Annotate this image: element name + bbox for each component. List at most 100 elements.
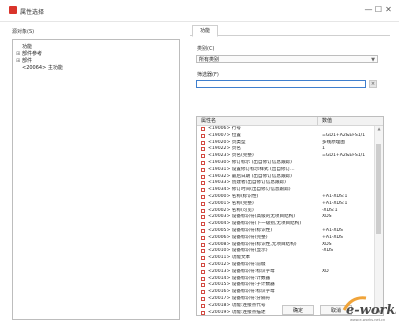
property-row[interactable]: <19030> 修订标示 (出自修订信息跟踪)	[197, 160, 373, 167]
tree-item-part[interactable]: ⊞ 部件	[16, 58, 32, 65]
minimize-button[interactable]: —	[364, 3, 373, 17]
property-checkbox-icon[interactable]	[201, 262, 205, 267]
property-value: XDS	[322, 214, 332, 220]
property-grid[interactable]: 属性名 数值 <19006> 行号 <19007> 位置 =GD1+A2&EFS1/…	[196, 116, 384, 316]
property-row[interactable]: <20010> 设备标识符(显示) -XDS	[197, 248, 373, 255]
property-checkbox-icon[interactable]	[201, 127, 205, 131]
property-value: +A1-XDS:1	[322, 193, 348, 199]
property-checkbox-icon[interactable]	[201, 133, 205, 138]
column-separator[interactable]	[317, 117, 318, 125]
property-row[interactable]: <20014> 设备标识符:计数器	[197, 276, 373, 283]
scroll-thumb[interactable]	[376, 144, 381, 234]
property-name: <20016> 设备标识符:标识字母	[208, 289, 275, 295]
property-row[interactable]: <19032> 最后日期 (出自修订信息跟踪)	[197, 174, 373, 181]
property-row[interactable]: <20004> 设备标识符(下一级别,无项目结构)	[197, 221, 373, 228]
property-checkbox-icon[interactable]	[201, 296, 205, 301]
property-checkbox-icon[interactable]	[201, 154, 205, 159]
property-checkbox-icon[interactable]	[201, 140, 205, 145]
property-name: <20003> 设备标识符(高级的无项目结构)	[208, 214, 296, 220]
property-name: <19032> 最后日期 (出自修订信息跟踪)	[208, 173, 292, 179]
tab-function[interactable]: 功能	[192, 25, 218, 37]
property-checkbox-icon[interactable]	[201, 310, 205, 315]
property-name: <19006> 行号	[208, 126, 241, 131]
filter-input[interactable]	[196, 80, 366, 88]
property-row[interactable]: <19020> 页类型 多线原理图	[197, 140, 373, 147]
property-name: <19030> 修订标示 (出自修订信息跟踪)	[208, 159, 292, 165]
property-row[interactable]: <20005> 设备标识符(标识性) +A1-XDS	[197, 228, 373, 235]
filter-label: 筛选器(F)	[197, 72, 219, 78]
property-checkbox-icon[interactable]	[201, 181, 205, 186]
chevron-down-icon[interactable]: ▼	[371, 56, 375, 64]
property-name: <20015> 设备标识符:子计数器	[208, 282, 275, 288]
source-object-tree[interactable]: 功能 ⊞ 部件参考 ⊞ 部件 <20064> 主功能	[12, 39, 180, 320]
property-checkbox-icon[interactable]	[201, 228, 205, 233]
property-value: +A1-XDS	[322, 234, 343, 240]
property-checkbox-icon[interactable]	[201, 283, 205, 288]
tree-item-function[interactable]: 功能	[16, 44, 32, 51]
close-button[interactable]: ✕	[384, 3, 393, 17]
ok-button[interactable]: 确定	[282, 305, 314, 315]
property-checkbox-icon[interactable]	[201, 160, 205, 165]
property-name: <19031> 设置修订标示样式 (出自修订...	[208, 166, 295, 172]
property-checkbox-icon[interactable]	[201, 188, 205, 193]
property-name: <20010> 设备标识符(显示)	[208, 248, 268, 254]
property-checkbox-icon[interactable]	[201, 242, 205, 247]
e-works-watermark-logo: e-works www.e-works.net.cn	[342, 296, 396, 322]
vertical-scrollbar[interactable]: ▲ ▼	[374, 126, 383, 314]
property-value: +A1-XDS:1	[322, 200, 348, 206]
property-row[interactable]: <20012> 设备标识符:前缀	[197, 262, 373, 269]
app-icon	[9, 6, 17, 14]
property-row[interactable]: <20015> 设备标识符:子计数器	[197, 282, 373, 289]
property-checkbox-icon[interactable]	[201, 222, 205, 227]
property-checkbox-icon[interactable]	[201, 147, 205, 152]
property-checkbox-icon[interactable]	[201, 249, 205, 254]
property-checkbox-icon[interactable]	[201, 290, 205, 295]
property-row[interactable]: <20003> 设备标识符(高级的无项目结构) XDS	[197, 214, 373, 221]
property-row[interactable]: <20013> 设备标识符:标识字母 XD	[197, 269, 373, 276]
property-row[interactable]: <19033> 创建者(出自修订信息跟踪)	[197, 180, 373, 187]
maximize-button[interactable]: ☐	[374, 3, 383, 17]
column-header-name[interactable]: 属性名	[201, 117, 216, 125]
property-name: <19034> 修订时间(出自修订信息跟踪)	[208, 187, 291, 193]
property-checkbox-icon[interactable]	[201, 303, 205, 308]
property-checkbox-icon[interactable]	[201, 269, 205, 274]
property-name: <20017> 设备标识符:分隔符	[208, 295, 271, 301]
property-value: XD	[322, 268, 329, 274]
grid-rows: <19006> 行号 <19007> 位置 =GD1+A2&EFS1/1 <19020…	[197, 126, 373, 315]
property-row[interactable]: <19022> 页名 1	[197, 146, 373, 153]
property-checkbox-icon[interactable]	[201, 194, 205, 199]
property-row[interactable]: <20000> 名称(标识性) +A1-XDS:1	[197, 194, 373, 201]
property-checkbox-icon[interactable]	[201, 235, 205, 240]
property-row[interactable]: <19034> 修订时间(出自修订信息跟踪)	[197, 187, 373, 194]
property-checkbox-icon[interactable]	[201, 215, 205, 220]
property-row[interactable]: <19007> 位置 =GD1+A2&EFS1/1	[197, 133, 373, 140]
property-row[interactable]: <20006> 设备标识符(完整) +A1-XDS	[197, 235, 373, 242]
clear-filter-button[interactable]: ×	[369, 80, 377, 88]
property-value: 1	[322, 146, 325, 152]
property-checkbox-icon[interactable]	[201, 208, 205, 213]
tree-item-part-reference[interactable]: ⊞ 部件参考	[16, 51, 42, 58]
scroll-up-icon[interactable]: ▲	[375, 126, 383, 131]
property-value: =GD1+A2&EFS1/1	[322, 132, 366, 138]
property-row[interactable]: <20011> 功能文本	[197, 255, 373, 262]
property-row[interactable]: <19023> 页名(完整) =GD1+A2&EFS1/1	[197, 153, 373, 160]
property-checkbox-icon[interactable]	[201, 174, 205, 179]
column-header-value[interactable]: 数值	[322, 117, 332, 125]
property-row[interactable]: <19006> 行号	[197, 126, 373, 133]
property-checkbox-icon[interactable]	[201, 201, 205, 206]
property-checkbox-icon[interactable]	[201, 276, 205, 281]
property-row[interactable]: <20001> 名称(完整) +A1-XDS:1	[197, 201, 373, 208]
property-checkbox-icon[interactable]	[201, 167, 205, 172]
property-name: <20008> 设备标识符(标识性,无项目结构)	[208, 241, 297, 247]
property-checkbox-icon[interactable]	[201, 256, 205, 261]
title-bar: 属性选择 — ☐ ✕	[0, 0, 399, 22]
tab-bar: 功能	[190, 25, 390, 37]
property-row[interactable]: <20008> 设备标识符(标识性,无项目结构) XDS	[197, 242, 373, 249]
property-row[interactable]: <20002> 名称(可见) -XDS:1	[197, 208, 373, 215]
property-name: <20014> 设备标识符:计数器	[208, 275, 271, 281]
property-value: -XDS:1	[322, 207, 338, 213]
category-select[interactable]: 所有类别 ▼	[196, 55, 378, 63]
property-row[interactable]: <19031> 设置修订标示样式 (出自修订...	[197, 167, 373, 174]
tree-item-main-function[interactable]: <20064> 主功能	[16, 65, 63, 72]
source-object-label: 源对象(S)	[12, 29, 35, 35]
